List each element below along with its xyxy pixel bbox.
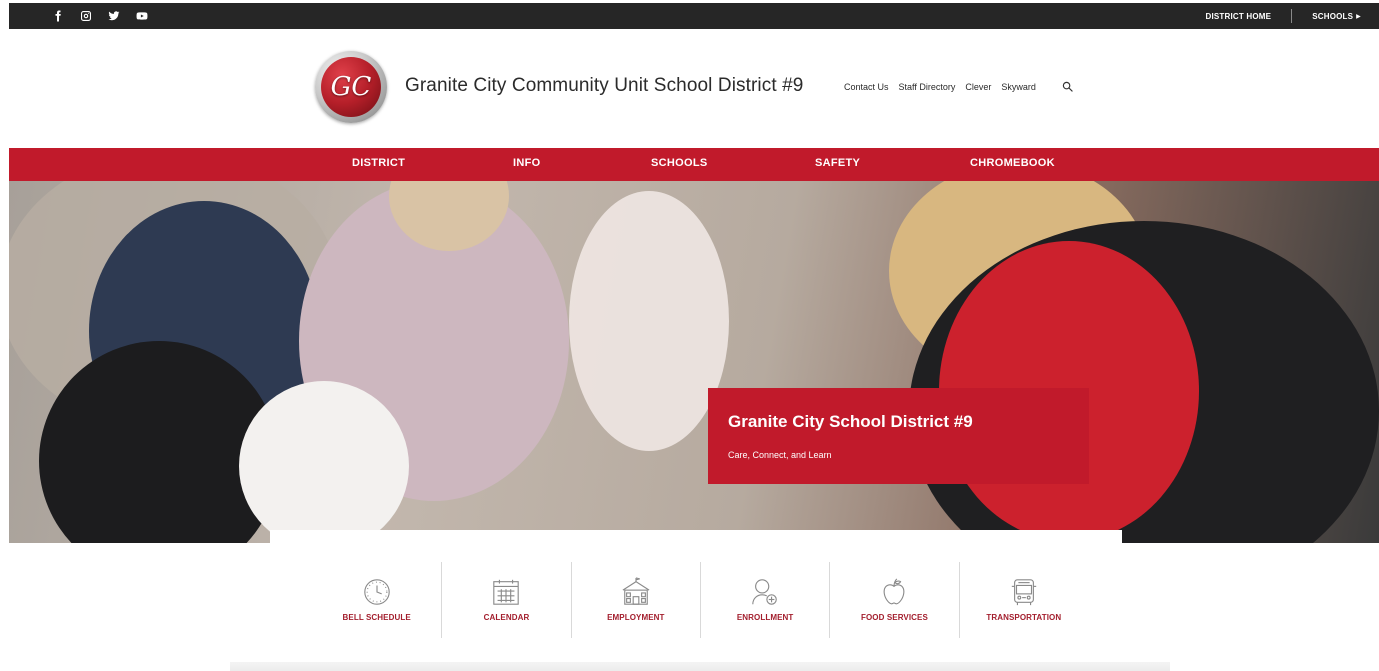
twitter-icon[interactable] [107,9,121,23]
top-separator [1291,9,1293,23]
nav-district[interactable]: DISTRICT [352,157,405,169]
search-icon[interactable] [1062,81,1073,92]
quicklink-bell-schedule[interactable]: BELL SCHEDULE [312,562,441,638]
skyward-link[interactable]: Skyward [1001,82,1036,92]
school-building-icon [622,577,650,605]
bus-icon [1011,579,1036,606]
quicklink-employment[interactable]: EMPLOYMENT [570,562,700,638]
hero-caption-card: Granite City School District #9 Care, Co… [708,388,1089,484]
schools-dropdown-link[interactable]: SCHOOLS ▶ [1312,12,1361,21]
instagram-icon[interactable] [79,9,93,23]
top-links: DISTRICT HOME SCHOOLS ▶ [1205,9,1361,23]
main-navigation: DISTRICT INFO SCHOOLS SAFETY CHROMEBOOK [9,148,1379,181]
site-header: GC Granite City Community Unit School Di… [0,29,1379,148]
quick-links: BELL SCHEDULE CALENDAR EMPLOYMENT ENROLL… [312,562,1088,638]
quicklink-enrollment[interactable]: ENROLLMENT [699,562,829,638]
quicklink-label: BELL SCHEDULE [342,613,411,622]
quicklink-label: EMPLOYMENT [607,613,665,622]
quicklink-label: CALENDAR [483,613,530,622]
contact-us-link[interactable]: Contact Us [844,82,889,92]
schools-label: SCHOOLS [1312,11,1354,21]
nav-info[interactable]: INFO [513,157,540,169]
bottom-section-edge [230,662,1170,671]
hero-title: Granite City School District #9 [728,412,973,431]
top-utility-bar: DISTRICT HOME SCHOOLS ▶ [9,3,1379,29]
youtube-icon[interactable] [135,9,149,23]
hero-image [9,181,1379,543]
hero-bag [569,191,729,451]
quicklink-label: ENROLLMENT [736,613,794,622]
apple-icon [884,578,905,605]
clever-link[interactable]: Clever [965,82,991,92]
nav-safety[interactable]: SAFETY [815,157,860,169]
quicklink-transportation[interactable]: TRANSPORTATION [958,562,1088,638]
add-user-icon [752,579,777,605]
caret-right-icon: ▶ [1356,13,1361,20]
facebook-icon[interactable] [51,9,65,23]
quicklink-calendar[interactable]: CALENDAR [441,562,570,638]
calendar-icon [493,579,520,605]
hero-bottom-strip [270,530,1122,543]
hero-subtitle: Care, Connect, and Learn [728,450,832,460]
social-links [51,9,149,23]
site-title[interactable]: Granite City Community Unit School Distr… [405,75,803,97]
staff-directory-link[interactable]: Staff Directory [899,82,956,92]
quicklink-food-services[interactable]: FOOD SERVICES [829,562,958,638]
district-home-link[interactable]: DISTRICT HOME [1205,12,1271,21]
clock-icon [363,579,390,605]
logo-monogram: GC [321,57,381,117]
district-logo[interactable]: GC [315,51,387,123]
nav-schools[interactable]: SCHOOLS [651,157,708,169]
hero-white-bag [239,381,409,543]
page: DISTRICT HOME SCHOOLS ▶ GC Granite City C… [0,0,1379,671]
header-utility-links: Contact Us Staff Directory Clever Skywar… [844,81,1073,92]
quicklink-label: TRANSPORTATION [986,613,1062,622]
quicklink-label: FOOD SERVICES [860,613,928,622]
nav-chromebook[interactable]: CHROMEBOOK [970,157,1055,169]
